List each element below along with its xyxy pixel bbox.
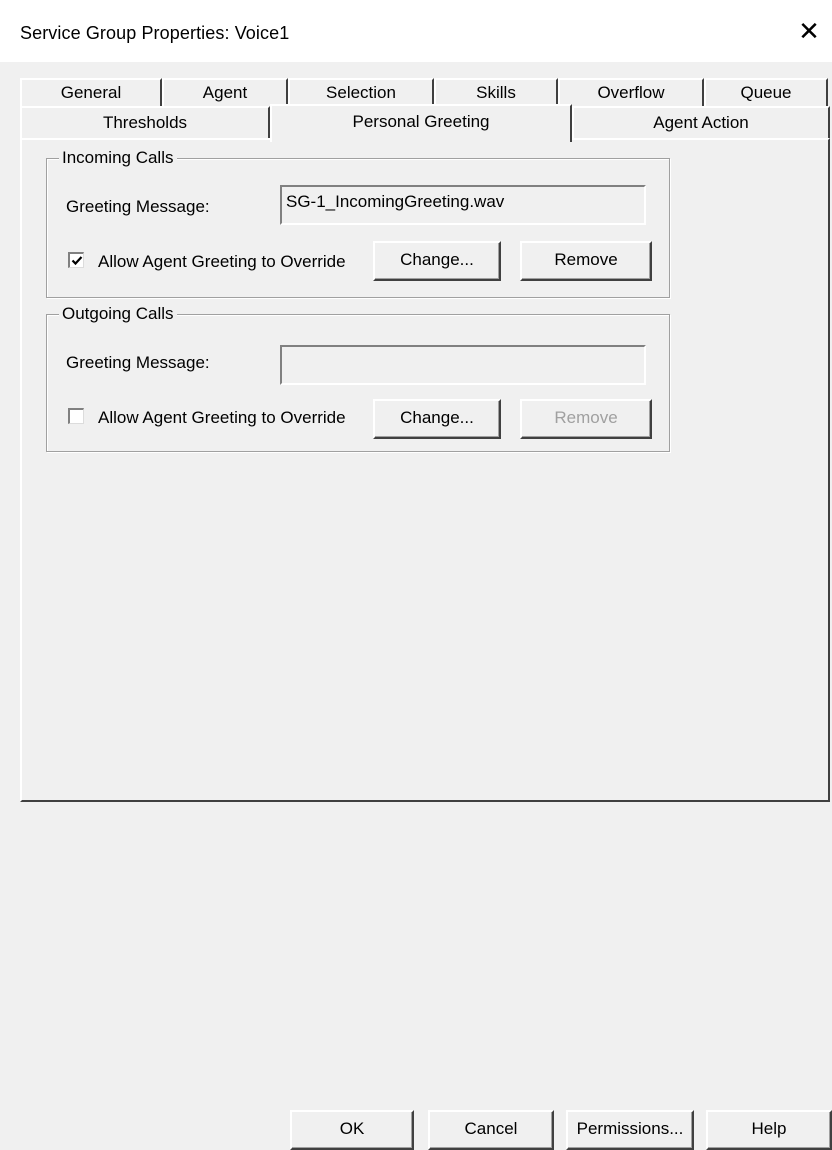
incoming-change-button[interactable]: Change... — [373, 241, 501, 281]
tab-agent-action[interactable]: Agent Action — [572, 106, 830, 140]
incoming-greeting-field[interactable]: SG-1_IncomingGreeting.wav — [280, 185, 646, 225]
tab-queue[interactable]: Queue — [704, 78, 828, 106]
incoming-allow-override-checkbox[interactable] — [68, 252, 84, 268]
tab-selection[interactable]: Selection — [288, 78, 434, 106]
tab-thresholds[interactable]: Thresholds — [20, 106, 270, 140]
incoming-allow-override-label: Allow Agent Greeting to Override — [98, 252, 346, 271]
tab-panel: Incoming Calls Greeting Message: SG-1_In… — [20, 138, 830, 802]
tab-general[interactable]: General — [20, 78, 162, 106]
outgoing-calls-legend: Outgoing Calls — [59, 304, 177, 324]
tab-skills[interactable]: Skills — [434, 78, 558, 106]
outgoing-remove-button: Remove — [520, 399, 652, 439]
permissions-button[interactable]: Permissions... — [566, 1110, 694, 1150]
window-title: Service Group Properties: Voice1 — [20, 23, 290, 43]
outgoing-allow-override-checkbox[interactable] — [68, 408, 84, 424]
incoming-remove-button[interactable]: Remove — [520, 241, 652, 281]
tab-overflow[interactable]: Overflow — [558, 78, 704, 106]
title-bar: Service Group Properties: Voice1 ✕ — [0, 0, 832, 62]
tab-agent[interactable]: Agent — [162, 78, 288, 106]
close-icon[interactable]: ✕ — [786, 0, 832, 62]
outgoing-greeting-label: Greeting Message: — [66, 353, 210, 372]
incoming-greeting-label: Greeting Message: — [66, 197, 210, 216]
outgoing-change-button[interactable]: Change... — [373, 399, 501, 439]
help-button[interactable]: Help — [706, 1110, 832, 1150]
tab-personal-greeting[interactable]: Personal Greeting — [270, 104, 572, 142]
checkmark-icon — [71, 256, 83, 266]
incoming-calls-legend: Incoming Calls — [59, 148, 177, 168]
incoming-calls-group: Incoming Calls Greeting Message: SG-1_In… — [46, 148, 670, 298]
outgoing-calls-group: Outgoing Calls Greeting Message: Allow A… — [46, 304, 670, 452]
outgoing-allow-override-label: Allow Agent Greeting to Override — [98, 408, 346, 427]
ok-button[interactable]: OK — [290, 1110, 414, 1150]
cancel-button[interactable]: Cancel — [428, 1110, 554, 1150]
outgoing-greeting-field[interactable] — [280, 345, 646, 385]
